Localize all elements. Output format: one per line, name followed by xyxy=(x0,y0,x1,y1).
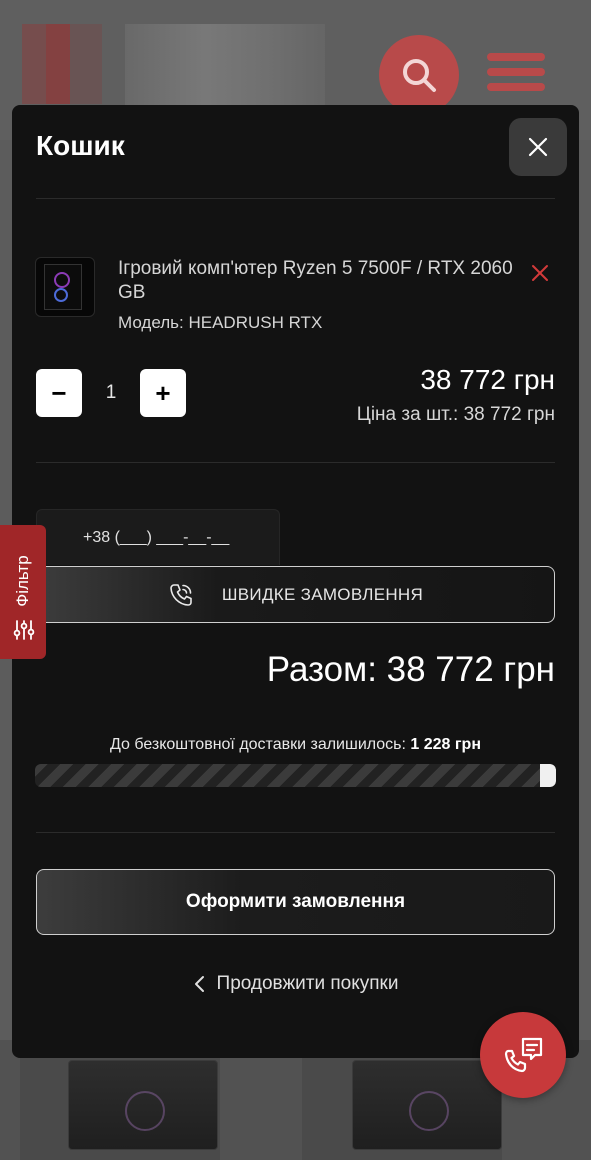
product-thumbnail[interactable] xyxy=(35,257,95,317)
unit-price: Ціна за шт.: 38 772 грн xyxy=(356,404,555,425)
quantity-value[interactable]: 1 xyxy=(86,369,136,417)
cart-total: Разом: 38 772 грн xyxy=(266,650,555,689)
search-button[interactable] xyxy=(379,35,459,115)
quick-order-label: ШВИДКЕ ЗАМОВЛЕННЯ xyxy=(221,584,424,604)
filter-tab[interactable]: Фільтр xyxy=(0,525,46,659)
progress-fill xyxy=(540,764,556,787)
cart-title: Кошик xyxy=(36,130,125,161)
product-name[interactable]: Ігровий комп'ютер Ryzen 5 7500F / RTX 20… xyxy=(118,257,523,305)
chat-icon xyxy=(504,1037,543,1073)
item-price: 38 772 грн xyxy=(420,364,555,395)
chat-button[interactable] xyxy=(480,1012,566,1098)
decrease-quantity-button[interactable]: − xyxy=(36,369,82,417)
close-icon xyxy=(528,137,548,157)
phone-input[interactable] xyxy=(36,509,280,565)
product-model: Модель: HEADRUSH RTX xyxy=(118,313,323,332)
phone-icon xyxy=(170,583,192,606)
menu-icon[interactable] xyxy=(487,53,545,97)
free-delivery-notice: До безкоштовної доставки залишилось: 1 2… xyxy=(12,736,579,754)
free-delivery-text: До безкоштовної доставки залишилось: xyxy=(110,736,406,753)
quantity-stepper: − 1 + xyxy=(36,369,186,417)
product-image xyxy=(352,1060,502,1150)
checkout-button[interactable]: Оформити замовлення xyxy=(36,869,555,935)
product-image xyxy=(68,1060,218,1150)
filter-label: Фільтр xyxy=(13,555,32,607)
divider xyxy=(36,832,555,833)
divider xyxy=(36,462,555,463)
remove-item-icon xyxy=(532,265,548,281)
quick-order-button[interactable]: ШВИДКЕ ЗАМОВЛЕННЯ xyxy=(36,566,555,623)
filter-sliders-icon xyxy=(13,620,35,640)
site-logo xyxy=(22,24,102,104)
divider xyxy=(36,198,555,199)
free-delivery-progress xyxy=(35,764,556,787)
close-button[interactable] xyxy=(509,118,567,176)
increase-quantity-button[interactable]: + xyxy=(140,369,186,417)
free-delivery-amount: 1 228 грн xyxy=(410,736,481,753)
cart-modal: Кошик Ігровий комп'ютер Ryzen 5 7500F / … xyxy=(12,105,579,1058)
continue-shopping-link[interactable]: Продовжити покупки xyxy=(12,973,579,995)
continue-shopping-label: Продовжити покупки xyxy=(216,973,399,994)
search-icon xyxy=(403,59,436,92)
remove-item-button[interactable] xyxy=(529,262,551,284)
chevron-left-icon xyxy=(194,976,204,992)
